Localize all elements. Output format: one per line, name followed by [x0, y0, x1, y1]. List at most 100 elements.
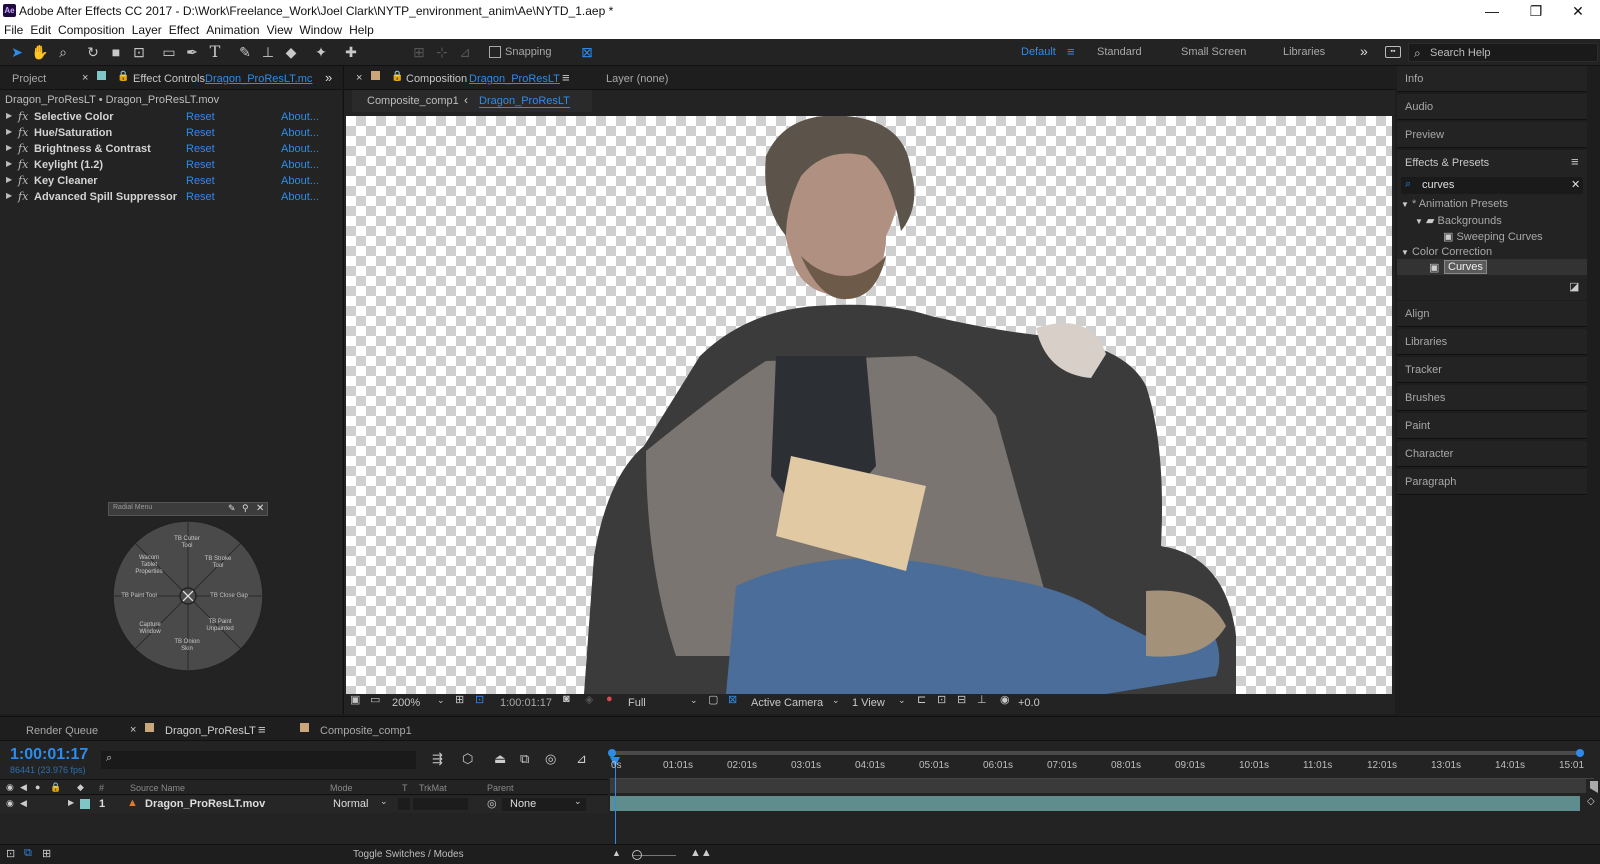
breadcrumb-composite[interactable]: Composite_comp1 — [367, 95, 459, 107]
tab-composition-name[interactable]: Dragon_ProResLT — [469, 73, 560, 85]
expand-triangle-icon[interactable]: ▶ — [68, 798, 74, 807]
chevron-down-icon[interactable]: ⌄ — [832, 695, 840, 706]
rotate-tool-icon[interactable]: ↻ — [84, 43, 102, 61]
tracker-panel[interactable]: Tracker — [1397, 357, 1587, 383]
hand-tool-icon[interactable]: ✋ — [31, 43, 49, 61]
minimize-button[interactable]: — — [1472, 2, 1512, 20]
motion-blur-icon[interactable]: ◎ — [545, 751, 556, 767]
expand-triangle-icon[interactable]: ▼ — [1401, 200, 1409, 209]
trkmat-box[interactable] — [413, 798, 468, 810]
lock-switch-icon[interactable]: 🔒 — [50, 782, 61, 793]
clone-stamp-tool-icon[interactable]: ⊥ — [259, 43, 277, 61]
layer-row[interactable]: ◉ ◀ ▶ 1 ▲ Dragon_ProResLT.mov Normal ⌄ ◎… — [0, 796, 608, 813]
menu-help[interactable]: Help — [345, 22, 377, 39]
reset-link[interactable]: Reset — [186, 143, 215, 155]
tab-layer[interactable]: Layer (none) — [606, 73, 668, 85]
about-link[interactable]: About... — [281, 111, 319, 123]
world-axis-icon[interactable]: ⊹ — [433, 43, 451, 61]
region-of-interest-icon[interactable]: ▢ — [708, 693, 718, 706]
frame-blending-icon[interactable]: ⧉ — [520, 751, 529, 767]
pen-tool-icon[interactable]: ✒ — [183, 43, 201, 61]
zoom-slider-thumb[interactable] — [632, 850, 642, 860]
work-area-bar[interactable] — [610, 751, 1580, 755]
fast-previews-icon[interactable]: ⊡ — [937, 693, 946, 706]
puppet-pin-tool-icon[interactable]: ✚ — [342, 43, 360, 61]
expand-triangle-icon[interactable]: ▶ — [6, 111, 12, 120]
about-link[interactable]: About... — [281, 191, 319, 203]
layer-source-name[interactable]: Dragon_ProResLT.mov — [145, 798, 265, 810]
effect-row[interactable]: ▶ fx Keylight (1.2) Reset About... — [0, 157, 330, 173]
close-tab-icon[interactable]: × — [130, 724, 136, 736]
composition-end-marker[interactable] — [1590, 781, 1598, 793]
close-button[interactable]: ✕ — [1558, 2, 1598, 20]
tree-item[interactable]: ▣ Sweeping Curves — [1443, 230, 1543, 243]
layer-label-color[interactable] — [80, 799, 90, 809]
effect-row[interactable]: ▶ fx Brightness & Contrast Reset About... — [0, 141, 330, 157]
expand-triangle-icon[interactable]: ▼ — [1415, 217, 1423, 226]
view-axis-icon[interactable]: ⊿ — [456, 43, 474, 61]
speaker-icon[interactable]: ◀ — [20, 798, 27, 809]
close-icon[interactable]: ✕ — [256, 503, 264, 514]
title-action-safe-icon[interactable]: ⊞ — [455, 693, 464, 706]
shy-layers-icon[interactable]: ⏏ — [494, 751, 506, 767]
paragraph-panel[interactable]: Paragraph — [1397, 469, 1587, 495]
panel-menu-icon[interactable]: ≡ — [1571, 154, 1579, 169]
parent-dropdown[interactable]: None ⌄ — [502, 796, 586, 811]
draft-3d-icon[interactable]: ⬡ — [462, 751, 473, 767]
curves-effect[interactable]: Curves — [1444, 260, 1487, 274]
brushes-panel[interactable]: Brushes — [1397, 385, 1587, 411]
tab-dragon-timeline[interactable]: Dragon_ProResLT — [165, 725, 256, 737]
timeline-icon[interactable]: ⊟ — [957, 693, 966, 706]
effect-row[interactable]: ▶ fx Advanced Spill Suppressor Reset About..… — [0, 189, 330, 205]
workspace-libraries[interactable]: Libraries — [1283, 46, 1325, 58]
lock-icon[interactable]: 🔒 — [391, 71, 403, 82]
pin-icon[interactable]: ✎ — [228, 503, 236, 514]
fx-icon[interactable]: fx — [18, 142, 28, 155]
expand-triangle-icon[interactable]: ▶ — [6, 127, 12, 136]
tree-item[interactable]: ▼ * Animation Presets — [1401, 198, 1508, 210]
audio-switch-icon[interactable]: ◀ — [20, 782, 27, 793]
eraser-tool-icon[interactable]: ◆ — [282, 43, 300, 61]
pick-whip-icon[interactable]: ◎ — [487, 797, 497, 810]
reset-exposure-icon[interactable]: ◉ — [1000, 693, 1010, 706]
graph-editor-icon[interactable]: ⊿ — [576, 751, 587, 767]
menu-composition[interactable]: Composition — [54, 22, 128, 39]
workspace-menu-icon[interactable]: ≡ — [1067, 44, 1075, 59]
chevron-down-icon[interactable]: ⌄ — [898, 695, 906, 706]
fx-icon[interactable]: fx — [18, 126, 28, 139]
radial-segment[interactable]: Capture Window — [134, 622, 166, 636]
channels-icon[interactable]: ● — [606, 693, 613, 705]
reset-link[interactable]: Reset — [186, 191, 215, 203]
chevron-down-icon[interactable]: ⌄ — [437, 695, 445, 706]
monitor-icon[interactable]: ▭ — [370, 693, 380, 706]
column-trkmat[interactable]: TrkMat — [419, 783, 447, 793]
video-switch-icon[interactable]: ◉ — [6, 782, 14, 793]
current-time-readout[interactable]: 1:00:01:17 — [500, 697, 552, 709]
about-link[interactable]: About... — [281, 143, 319, 155]
layer-mode-dropdown[interactable]: Normal — [333, 798, 368, 810]
toggle-pixel-aspect-icon[interactable]: ⊏ — [917, 693, 926, 706]
snapping-options-icon[interactable]: ⊠ — [578, 43, 596, 61]
more-workspaces-icon[interactable]: » — [1360, 43, 1368, 59]
local-axis-icon[interactable]: ⊞ — [410, 43, 428, 61]
modes-pane-icon[interactable]: ⧉ — [24, 847, 32, 860]
camera-tool-icon[interactable]: ■ — [107, 43, 125, 61]
radial-segment[interactable]: TB Paint Unpainted — [202, 619, 238, 633]
fx-icon[interactable]: fx — [18, 190, 28, 203]
views-dropdown[interactable]: 1 View — [852, 697, 885, 709]
tree-item[interactable]: ▼ ▰ Backgrounds — [1415, 214, 1502, 227]
zoom-out-mountain-icon[interactable]: ▲ — [612, 848, 621, 858]
zoom-dropdown[interactable]: 200% — [392, 697, 420, 709]
effect-controls-layer[interactable]: Dragon_ProResLT.mc — [205, 73, 312, 85]
audio-panel[interactable]: Audio — [1397, 94, 1587, 120]
effects-search-input[interactable]: ⌕ curves ✕ — [1401, 177, 1583, 194]
column-parent[interactable]: Parent — [487, 783, 514, 793]
fx-icon[interactable]: fx — [18, 174, 28, 187]
radial-menu-titlebar[interactable]: Radial Menu ✎ ⚲ ✕ — [108, 502, 268, 516]
mask-visibility-icon[interactable]: ⊡ — [475, 693, 484, 706]
work-area-start-handle[interactable] — [608, 749, 616, 757]
align-panel[interactable]: Align — [1397, 301, 1587, 327]
type-tool-icon[interactable]: T — [206, 43, 224, 61]
snapping-checkbox[interactable] — [489, 46, 501, 58]
column-mode[interactable]: Mode — [330, 783, 353, 793]
